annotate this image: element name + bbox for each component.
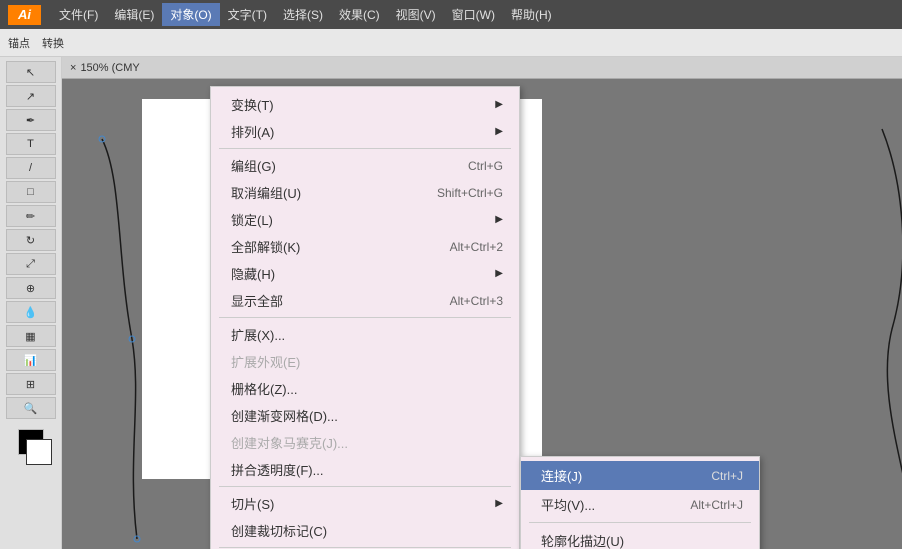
tool-gradient[interactable]: ▦ [6,325,56,347]
menu-effect[interactable]: 效果(C) [331,3,388,26]
tool-blend[interactable]: ⊕ [6,277,56,299]
menu-type[interactable]: 文字(T) [220,3,275,26]
app-logo: Ai [8,5,41,25]
tool-pen[interactable]: ✒ [6,109,56,131]
canvas-tab-label: 150% (CMY [80,62,139,74]
menu-select[interactable]: 选择(S) [275,3,331,26]
object-menu-dropdown[interactable]: 变换(T) ▶ 排列(A) ▶ 编组(G) Ctrl+G 取消编组(U) Shi… [210,86,520,549]
toolbar: 锚点 转换 [0,29,902,57]
menu-transform[interactable]: 变换(T) ▶ [211,91,519,118]
menu-show-all[interactable]: 显示全部 Alt+Ctrl+3 [211,287,519,314]
sep1 [219,148,511,149]
menu-object[interactable]: 对象(O) [162,3,219,26]
tool-artboard[interactable]: ⊞ [6,373,56,395]
sep2 [219,317,511,318]
menu-ungroup[interactable]: 取消编组(U) Shift+Ctrl+G [211,179,519,206]
menu-edit[interactable]: 编辑(E) [106,3,162,26]
menu-gradient-mesh[interactable]: 创建渐变网格(D)... [211,402,519,429]
tool-type[interactable]: T [6,133,56,155]
tool-rotate[interactable]: ↻ [6,229,56,251]
submenu-join[interactable]: 连接(J) Ctrl+J [521,461,759,490]
tool-direct-select[interactable]: ↗ [6,85,56,107]
tool-eyedropper[interactable]: 💧 [6,301,56,323]
main-area: ↖ ↗ ✒ T / □ ✏ ↻ ⤢ ⊕ 💧 ▦ 📊 ⊞ 🔍 × 150% (CM… [0,57,902,549]
menu-flatten[interactable]: 拼合透明度(F)... [211,456,519,483]
menu-object-mosaic[interactable]: 创建对象马赛克(J)... [211,429,519,456]
submenu-average[interactable]: 平均(V)... Alt+Ctrl+J [521,490,759,519]
menu-view[interactable]: 视图(V) [388,3,444,26]
menu-file[interactable]: 文件(F) [51,3,106,26]
menu-slice[interactable]: 切片(S) ▶ [211,490,519,517]
menu-arrange[interactable]: 排列(A) ▶ [211,118,519,145]
tool-select[interactable]: ↖ [6,61,56,83]
tool-graph[interactable]: 📊 [6,349,56,371]
canvas-tab: × 150% (CMY [62,57,902,79]
color-stroke[interactable] [26,439,52,465]
submenu-sep1 [529,522,751,523]
path-submenu[interactable]: 连接(J) Ctrl+J 平均(V)... Alt+Ctrl+J 轮廓化描边(U… [520,456,760,549]
sep4 [219,547,511,548]
canvas-area: × 150% (CMY 变换(T) [62,57,902,549]
sep3 [219,486,511,487]
menu-hide[interactable]: 隐藏(H) ▶ [211,260,519,287]
toolbar-transform-label: 转换 [38,33,68,53]
menu-rasterize[interactable]: 栅格化(Z)... [211,375,519,402]
menu-help[interactable]: 帮助(H) [503,3,560,26]
tools-panel: ↖ ↗ ✒ T / □ ✏ ↻ ⤢ ⊕ 💧 ▦ 📊 ⊞ 🔍 [0,57,62,549]
tool-line[interactable]: / [6,157,56,179]
tool-zoom[interactable]: 🔍 [6,397,56,419]
tool-scale[interactable]: ⤢ [6,253,56,275]
menu-create-slice[interactable]: 创建裁切标记(C) [211,517,519,544]
menu-bar: 文件(F) 编辑(E) 对象(O) 文字(T) 选择(S) 效果(C) 视图(V… [51,3,560,26]
toolbar-anchor-label: 锚点 [4,33,34,53]
title-bar: Ai 文件(F) 编辑(E) 对象(O) 文字(T) 选择(S) 效果(C) 视… [0,0,902,29]
menu-expand[interactable]: 扩展(X)... [211,321,519,348]
canvas-close-icon[interactable]: × [70,62,76,74]
menu-window[interactable]: 窗口(W) [444,3,503,26]
tool-brush[interactable]: ✏ [6,205,56,227]
tool-rect[interactable]: □ [6,181,56,203]
menu-group[interactable]: 编组(G) Ctrl+G [211,152,519,179]
menu-unlock-all[interactable]: 全部解锁(K) Alt+Ctrl+2 [211,233,519,260]
submenu-outline-stroke[interactable]: 轮廓化描边(U) [521,526,759,549]
menu-expand-appearance[interactable]: 扩展外观(E) [211,348,519,375]
menu-lock[interactable]: 锁定(L) ▶ [211,206,519,233]
